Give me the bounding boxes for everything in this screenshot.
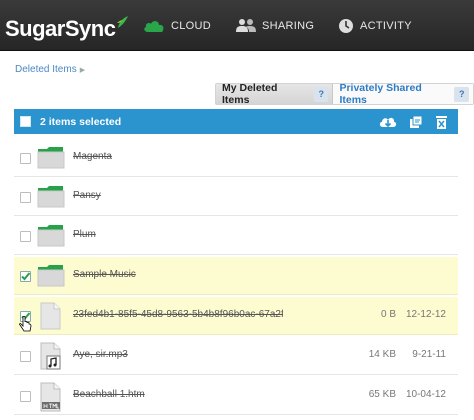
file-row[interactable]: Magenta bbox=[14, 139, 458, 177]
logo-text: SugarSync bbox=[5, 16, 116, 41]
selection-count: 2 items selected bbox=[40, 115, 122, 128]
file-size: 65 KB bbox=[368, 389, 396, 400]
people-icon bbox=[236, 19, 256, 32]
folder-icon bbox=[37, 147, 65, 169]
audio-file-icon bbox=[40, 342, 61, 370]
row-checkbox[interactable] bbox=[20, 153, 31, 164]
breadcrumb: Deleted Items ▶ bbox=[15, 64, 85, 75]
file-name[interactable]: Sample Music bbox=[73, 269, 136, 280]
breadcrumb-deleted-items[interactable]: Deleted Items bbox=[15, 64, 77, 75]
row-checkbox[interactable] bbox=[20, 192, 31, 203]
file-row[interactable]: Plum bbox=[14, 217, 458, 255]
html-file-icon bbox=[40, 382, 61, 412]
folder-icon bbox=[37, 186, 65, 208]
file-name[interactable]: Plum bbox=[73, 229, 96, 240]
cloud-icon bbox=[144, 20, 164, 32]
tab-shared-label: Privately Shared Items bbox=[339, 82, 422, 106]
restore-icon[interactable] bbox=[409, 115, 423, 129]
nav-cloud[interactable]: CLOUD bbox=[143, 0, 211, 51]
file-name[interactable]: Beachball 1.htm bbox=[73, 389, 145, 400]
help-icon[interactable]: ? bbox=[313, 86, 329, 102]
file-name[interactable]: Aye, sir.mp3 bbox=[73, 349, 128, 360]
nav-sharing-label: SHARING bbox=[262, 19, 315, 32]
row-checkbox[interactable] bbox=[20, 391, 31, 402]
help-icon[interactable]: ? bbox=[454, 86, 469, 102]
file-row[interactable]: Pansy bbox=[14, 178, 458, 216]
nav-cloud-label: CLOUD bbox=[171, 19, 212, 32]
breadcrumb-arrow-icon: ▶ bbox=[79, 66, 86, 74]
file-icon bbox=[40, 302, 61, 330]
file-date: 9-21-11 bbox=[412, 349, 446, 360]
row-checkbox[interactable] bbox=[20, 351, 31, 362]
delete-permanently-icon[interactable] bbox=[435, 115, 448, 129]
nav-activity[interactable]: ACTIVITY bbox=[338, 0, 412, 51]
nav-activity-label: ACTIVITY bbox=[360, 19, 412, 32]
selection-bar: 2 items selected bbox=[14, 109, 458, 134]
clock-icon bbox=[339, 18, 353, 33]
file-name[interactable]: Pansy bbox=[73, 190, 101, 201]
file-row[interactable]: Sample Music bbox=[14, 257, 458, 295]
file-date: 12-12-12 bbox=[405, 309, 446, 320]
checkmark-icon bbox=[21, 272, 31, 281]
leaf-icon bbox=[117, 16, 129, 28]
file-row[interactable]: 23fed4b1-85f5-45d8-9563-5b4b8f96b0ac-67a… bbox=[14, 297, 458, 335]
sugarsync-logo[interactable]: SugarSync bbox=[5, 16, 130, 41]
file-size: 14 KB bbox=[368, 349, 396, 360]
view-tabs: My Deleted Items ? Privately Shared Item… bbox=[215, 82, 474, 106]
file-name[interactable]: 23fed4b1-85f5-45d8-9563-5b4b8f96b0ac-67a… bbox=[73, 309, 283, 320]
file-row[interactable]: Aye, sir.mp3 14 KB 9-21-11 bbox=[14, 337, 458, 375]
hand-cursor-icon bbox=[19, 316, 32, 332]
folder-icon bbox=[37, 225, 65, 247]
tab-my-deleted-items[interactable]: My Deleted Items ? bbox=[216, 82, 334, 106]
file-name[interactable]: Magenta bbox=[73, 151, 112, 162]
row-checkbox[interactable] bbox=[20, 271, 31, 282]
folder-icon bbox=[37, 265, 65, 287]
tab-privately-shared-items[interactable]: Privately Shared Items ? bbox=[333, 82, 473, 106]
tab-my-deleted-label: My Deleted Items bbox=[222, 82, 278, 106]
selection-actions bbox=[379, 109, 448, 134]
row-checkbox[interactable] bbox=[20, 231, 31, 242]
nav-sharing[interactable]: SHARING bbox=[236, 0, 314, 51]
download-icon[interactable] bbox=[379, 115, 397, 129]
file-row[interactable]: Beachball 1.htm 65 KB 10-04-12 bbox=[14, 377, 458, 415]
select-all-checkbox[interactable] bbox=[20, 116, 31, 127]
file-size: 0 B bbox=[380, 309, 396, 320]
top-bar: SugarSync CLOUD SHARING ACTIVITY bbox=[0, 0, 474, 51]
file-date: 10-04-12 bbox=[405, 389, 446, 400]
